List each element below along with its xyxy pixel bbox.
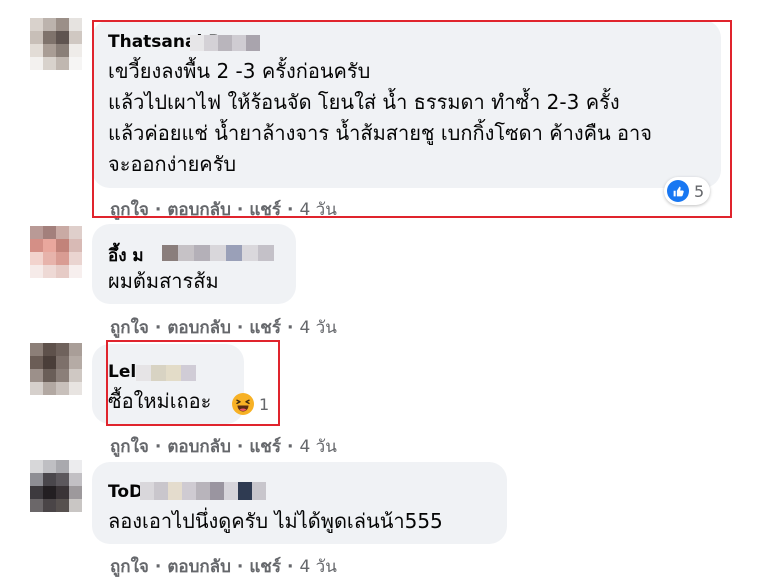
like-icon: [667, 180, 689, 202]
comment-thread: · Thatsanai Ram เขวี้ยงลงพื้น 2 -3 ครั้ง…: [0, 0, 777, 579]
avatar[interactable]: [30, 226, 82, 278]
avatar[interactable]: [30, 460, 82, 512]
comment-author[interactable]: Lel: [108, 362, 136, 382]
separator: ·: [286, 317, 294, 338]
comment-actions: ถูกใจ · ตอบกลับ · แชร์ · 4 วัน: [110, 433, 337, 460]
reply-button[interactable]: ตอบกลับ: [167, 196, 231, 223]
comment-text-line: ซื้อใหม่เถอะ: [108, 389, 212, 413]
cut-off-action: ·: [115, 0, 120, 8]
like-button[interactable]: ถูกใจ: [110, 196, 149, 223]
separator: ·: [236, 317, 244, 338]
reply-button[interactable]: ตอบกลับ: [167, 314, 231, 341]
separator: ·: [154, 556, 162, 577]
comment-actions: ถูกใจ · ตอบกลับ · แชร์ · 4 วัน: [110, 196, 337, 223]
reaction-count: 1: [259, 394, 270, 414]
blurred-name: [190, 35, 260, 51]
separator: ·: [286, 199, 294, 220]
separator: ·: [154, 436, 162, 457]
reaction-summary[interactable]: 5: [664, 177, 711, 205]
comment-bubble: อึ้ง ม ผมต้มสารส้ม: [92, 224, 296, 304]
reaction-count: 5: [694, 181, 705, 201]
haha-icon: [232, 393, 254, 415]
avatar[interactable]: [30, 343, 82, 395]
comment-author[interactable]: อึ้ง ม: [108, 242, 144, 269]
comment-text-line: แล้วค่อยแช่ น้ำยาล้างจาร น้ำส้มสายชู เบก…: [108, 121, 652, 145]
comment-bubble: Thatsanai Ram เขวี้ยงลงพื้น 2 -3 ครั้งก่…: [92, 20, 721, 188]
separator: ·: [236, 556, 244, 577]
timestamp[interactable]: 4 วัน: [299, 196, 336, 223]
reaction-summary[interactable]: 1: [231, 390, 269, 418]
separator: ·: [236, 199, 244, 220]
comment-actions: ถูกใจ · ตอบกลับ · แชร์ · 4 วัน: [110, 314, 337, 341]
blurred-name: [140, 482, 266, 500]
comment-text-line: จะออกง่ายครับ: [108, 152, 237, 176]
like-button[interactable]: ถูกใจ: [110, 433, 149, 460]
reply-button[interactable]: ตอบกลับ: [167, 553, 231, 579]
timestamp[interactable]: 4 วัน: [299, 433, 336, 460]
timestamp[interactable]: 4 วัน: [299, 314, 336, 341]
separator: ·: [154, 317, 162, 338]
comment-author[interactable]: ToD: [108, 482, 143, 502]
reply-button[interactable]: ตอบกลับ: [167, 433, 231, 460]
comment-text-line: แล้วไปเผาไฟ ให้ร้อนจัด โยนใส่ น้ำ ธรรมดา…: [108, 90, 620, 114]
share-button[interactable]: แชร์: [249, 433, 281, 460]
separator: ·: [286, 556, 294, 577]
like-button[interactable]: ถูกใจ: [110, 553, 149, 579]
comment-actions: ถูกใจ · ตอบกลับ · แชร์ · 4 วัน: [110, 553, 337, 579]
comment-bubble: ToD ลองเอาไปนึ่งดูครับ ไม่ได้พูดเล่นน้า5…: [92, 462, 507, 544]
blurred-name: [162, 245, 274, 261]
timestamp[interactable]: 4 วัน: [299, 553, 336, 579]
share-button[interactable]: แชร์: [249, 314, 281, 341]
share-button[interactable]: แชร์: [249, 553, 281, 579]
comment-text-line: เขวี้ยงลงพื้น 2 -3 ครั้งก่อนครับ: [108, 59, 371, 83]
comment-text-line: ลองเอาไปนึ่งดูครับ ไม่ได้พูดเล่นน้า555: [108, 509, 443, 533]
avatar[interactable]: [30, 18, 82, 70]
comment-text-line: ผมต้มสารส้ม: [108, 269, 219, 293]
separator: ·: [286, 436, 294, 457]
share-button[interactable]: แชร์: [249, 196, 281, 223]
like-button[interactable]: ถูกใจ: [110, 314, 149, 341]
blurred-name: [136, 365, 196, 381]
comment-bubble: Lel ซื้อใหม่เถอะ: [92, 344, 244, 424]
separator: ·: [154, 199, 162, 220]
separator: ·: [236, 436, 244, 457]
